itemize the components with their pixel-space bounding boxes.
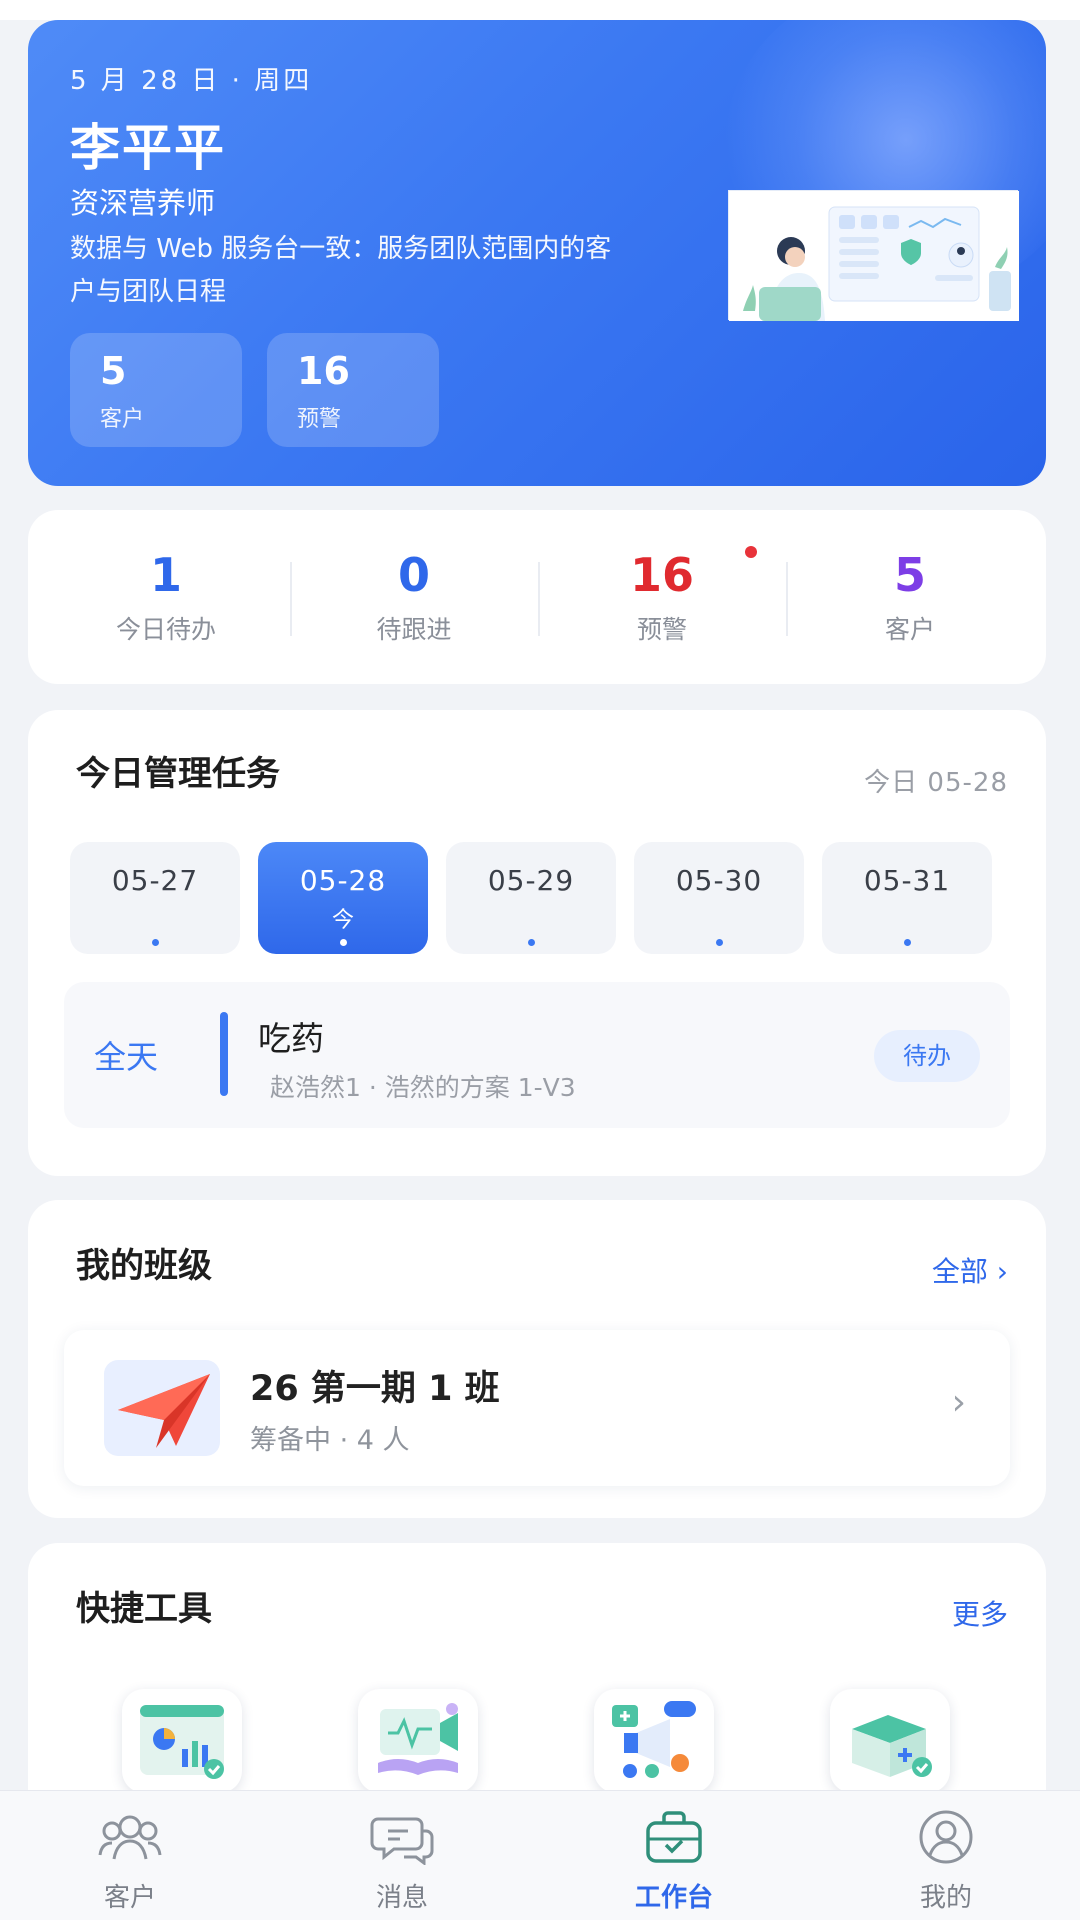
user-role: 资深营养师 [70, 186, 216, 220]
tab-messages[interactable]: 消息 [302, 1791, 502, 1920]
alert-dot [745, 546, 757, 558]
medical-box-icon[interactable] [830, 1689, 950, 1793]
task-dot [340, 939, 347, 946]
doctor-illustration [728, 190, 1019, 321]
stat-label: 今日待办 [115, 615, 216, 644]
tab-label: 我的 [919, 1883, 972, 1913]
task-status-badge: 待办 [874, 1030, 980, 1082]
tab-customers[interactable]: 客户 [30, 1791, 230, 1920]
briefcase-icon [642, 1809, 706, 1865]
class-item[interactable]: 26 第一期 1 班 筹备中 · 4 人 › [64, 1330, 1010, 1486]
banner-description: 数据与 Web 服务台一致：服务团队范围内的客户与团队日程 [70, 234, 612, 307]
task-dot [528, 939, 535, 946]
tab-workbench[interactable]: 工作台 [574, 1791, 774, 1920]
users-icon [98, 1809, 162, 1865]
banner-stat-customers[interactable]: 5 客户 [70, 333, 242, 447]
classes-all-link[interactable]: 全部 › [932, 1250, 1008, 1290]
user-name: 李平平 [70, 119, 226, 177]
chevron-right-icon: › [951, 1382, 966, 1423]
profile-icon [914, 1809, 978, 1865]
tools-title: 快捷工具 [76, 1589, 212, 1629]
task-item[interactable]: 全天 吃药 赵浩然1 · 浩然的方案 1-V3 待办 [64, 982, 1010, 1128]
banner-date: 5 月 28 日 · 周四 [70, 66, 313, 96]
stat-label: 待跟进 [376, 615, 452, 644]
classes-title: 我的班级 [76, 1246, 212, 1286]
task-time: 全天 [94, 1038, 159, 1076]
class-subtitle: 筹备中 · 4 人 [250, 1425, 410, 1456]
day-chip[interactable]: 05-30 [634, 842, 804, 954]
summary-stats-card: 1 今日待办 0 待跟进 16 预警 5 客户 [28, 510, 1046, 684]
tasks-title: 今日管理任务 [76, 754, 280, 794]
day-date: 05-31 [863, 864, 951, 897]
banner-stat-value: 16 [297, 349, 350, 393]
class-name: 26 第一期 1 班 [250, 1369, 500, 1409]
tab-label: 工作台 [634, 1883, 713, 1913]
stat-todo[interactable]: 1 今日待办 [42, 510, 290, 684]
stat-value: 5 [893, 548, 926, 602]
video-lesson-icon[interactable] [358, 1689, 478, 1793]
day-date: 05-28 [299, 864, 387, 897]
day-date: 05-27 [111, 864, 199, 897]
bottom-tab-bar: 客户 消息 工作台 我的 [0, 1790, 1080, 1920]
task-accent-bar [220, 1012, 228, 1096]
tab-profile[interactable]: 我的 [846, 1791, 1046, 1920]
stat-customers[interactable]: 5 客户 [786, 510, 1034, 684]
day-chip-selected[interactable]: 05-28 今 [258, 842, 428, 954]
day-date: 05-30 [675, 864, 763, 897]
day-chip[interactable]: 05-31 [822, 842, 992, 954]
stat-label: 预警 [636, 615, 687, 644]
stat-follow-up[interactable]: 0 待跟进 [290, 510, 538, 684]
report-chart-icon[interactable] [122, 1689, 242, 1793]
my-classes-card: 我的班级 全部 › 26 第一期 1 班 筹备中 · 4 人 › [28, 1200, 1046, 1518]
banner-stat-alerts[interactable]: 16 预警 [267, 333, 439, 447]
tab-label: 客户 [103, 1883, 156, 1913]
status-area [0, 0, 1080, 20]
paper-plane-icon [104, 1360, 220, 1456]
task-subtitle: 赵浩然1 · 浩然的方案 1-V3 [270, 1073, 576, 1102]
chat-icon [370, 1809, 434, 1866]
task-dot [716, 939, 723, 946]
banner-stat-value: 5 [100, 349, 127, 393]
banner-stat-label: 预警 [297, 407, 342, 432]
stat-value: 1 [149, 548, 182, 602]
day-chip[interactable]: 05-29 [446, 842, 616, 954]
tab-label: 消息 [375, 1883, 428, 1913]
stat-alerts[interactable]: 16 预警 [538, 510, 786, 684]
stat-label: 客户 [884, 615, 935, 644]
profile-banner: 5 月 28 日 · 周四 李平平 资深营养师 数据与 Web 服务台一致：服务… [28, 20, 1046, 486]
day-date: 05-29 [487, 864, 575, 897]
task-dot [152, 939, 159, 946]
task-dot [904, 939, 911, 946]
day-chip[interactable]: 05-27 [70, 842, 240, 954]
daily-tasks-card: 今日管理任务 今日 05-28 05-27 05-28 今 05-29 05-3… [28, 710, 1046, 1176]
tasks-today-label: 今日 05-28 [864, 768, 1008, 798]
today-marker: 今 [331, 908, 354, 933]
stat-value: 0 [397, 548, 430, 602]
tools-more-link[interactable]: 更多 [952, 1593, 1008, 1633]
banner-stat-label: 客户 [100, 407, 145, 432]
announcement-icon[interactable] [594, 1689, 714, 1793]
task-title: 吃药 [258, 1019, 324, 1058]
